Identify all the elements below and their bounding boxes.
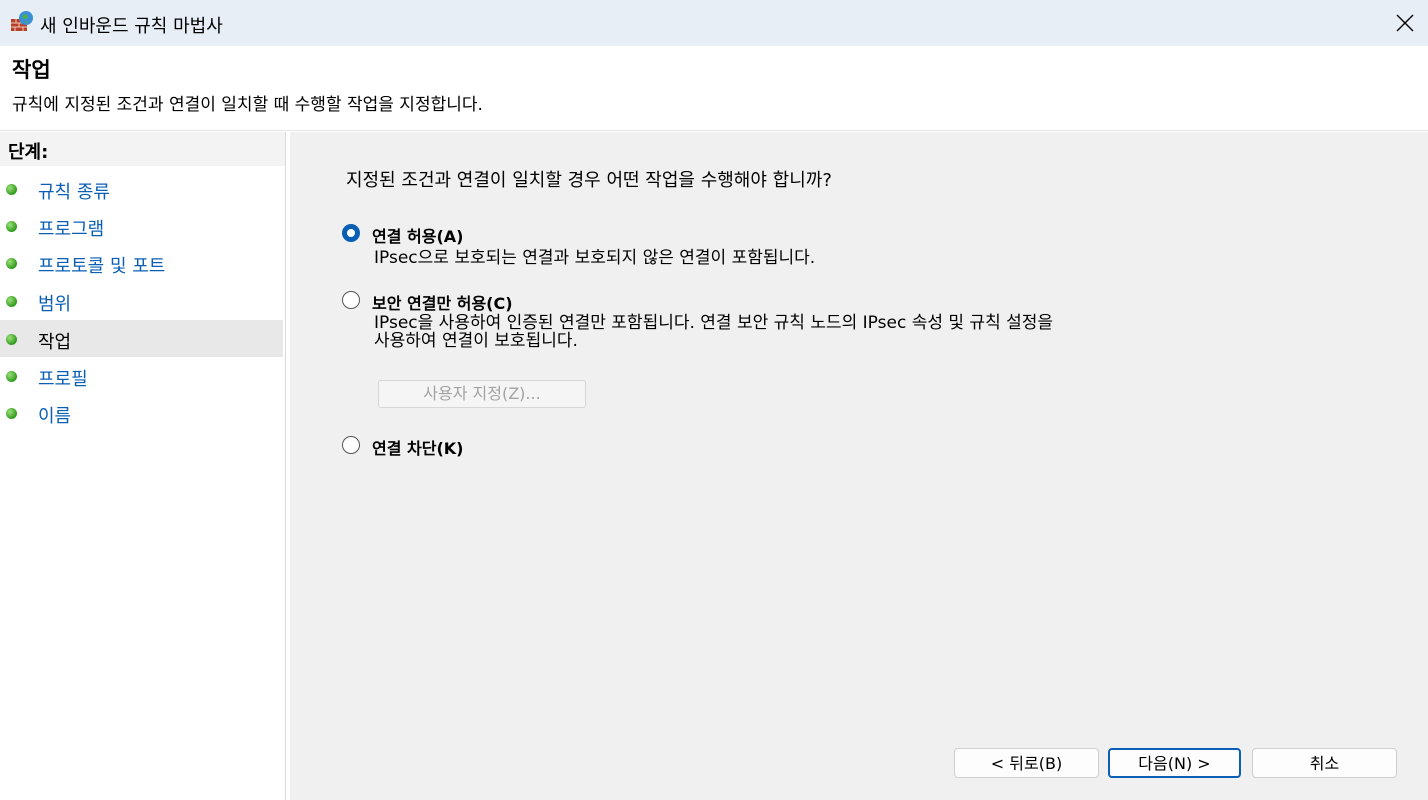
block-connection-label[interactable]: 연결 차단(K) [372, 435, 463, 459]
allow-connection-radio[interactable] [342, 224, 360, 242]
steps-pane: 단계: 규칙 종류 프로그램 프로토콜 및 포트 범위 작업 프로필 이름 [0, 132, 286, 800]
allow-secure-description-line2: 사용하여 연결이 보호됩니다. [374, 331, 578, 351]
step-status-icon [6, 408, 17, 419]
step-label[interactable]: 프로필 [38, 365, 88, 391]
steps-title: 단계: [8, 142, 49, 163]
next-button[interactable]: 다음(N) > [1108, 748, 1241, 778]
allow-connection-label[interactable]: 연결 허용(A) [372, 223, 463, 247]
main-pane: 지정된 조건과 연결이 일치할 경우 어떤 작업을 수행해야 합니까? 연결 허… [290, 132, 1428, 800]
block-connection-radio[interactable] [342, 436, 360, 454]
close-button[interactable] [1382, 0, 1428, 46]
wizard-header: 작업 규칙에 지정된 조건과 연결이 일치할 때 수행할 작업을 지정합니다. [0, 46, 1428, 131]
step-status-icon [6, 371, 17, 382]
step-scope[interactable]: 범위 [0, 282, 283, 319]
step-program[interactable]: 프로그램 [0, 207, 283, 244]
page-subtitle: 규칙에 지정된 조건과 연결이 일치할 때 수행할 작업을 지정합니다. [12, 95, 483, 115]
customize-button: 사용자 지정(Z)... [378, 380, 586, 408]
step-status-icon [6, 296, 17, 307]
close-icon [1396, 14, 1414, 32]
step-label[interactable]: 프로그램 [38, 215, 104, 241]
allow-secure-label[interactable]: 보안 연결만 허용(C) [372, 290, 513, 314]
step-label[interactable]: 이름 [38, 402, 71, 428]
window-title: 새 인바운드 규칙 마법사 [40, 16, 223, 37]
step-label: 작업 [38, 332, 72, 353]
cancel-button[interactable]: 취소 [1252, 748, 1397, 778]
page-title: 작업 [12, 58, 51, 82]
step-name[interactable]: 이름 [0, 394, 283, 431]
step-label[interactable]: 범위 [38, 290, 71, 316]
step-status-icon [6, 221, 17, 232]
step-status-icon [6, 184, 17, 195]
allow-secure-description-line1: IPsec을 사용하여 인증된 연결만 포함됩니다. 연결 보안 규칙 노드의 … [374, 313, 1054, 333]
step-action: 작업 [0, 320, 283, 357]
allow-secure-radio[interactable] [342, 291, 360, 309]
step-profile[interactable]: 프로필 [0, 357, 283, 394]
action-question: 지정된 조건과 연결이 일치할 경우 어떤 작업을 수행해야 합니까? [346, 170, 832, 191]
firewall-globe-icon [11, 11, 33, 31]
wizard-window: 새 인바운드 규칙 마법사 작업 규칙에 지정된 조건과 연결이 일치할 때 수… [0, 0, 1428, 800]
step-protocol-ports[interactable]: 프로토콜 및 포트 [0, 244, 283, 281]
step-label[interactable]: 규칙 종류 [38, 178, 110, 204]
step-label[interactable]: 프로토콜 및 포트 [38, 252, 165, 278]
back-button[interactable]: < 뒤로(B) [954, 748, 1099, 778]
title-bar: 새 인바운드 규칙 마법사 [0, 0, 1428, 47]
step-status-icon [6, 258, 17, 269]
step-rule-type[interactable]: 규칙 종류 [0, 170, 283, 207]
step-status-icon [6, 334, 17, 345]
allow-connection-description: IPsec으로 보호되는 연결과 보호되지 않은 연결이 포함됩니다. [374, 248, 816, 268]
